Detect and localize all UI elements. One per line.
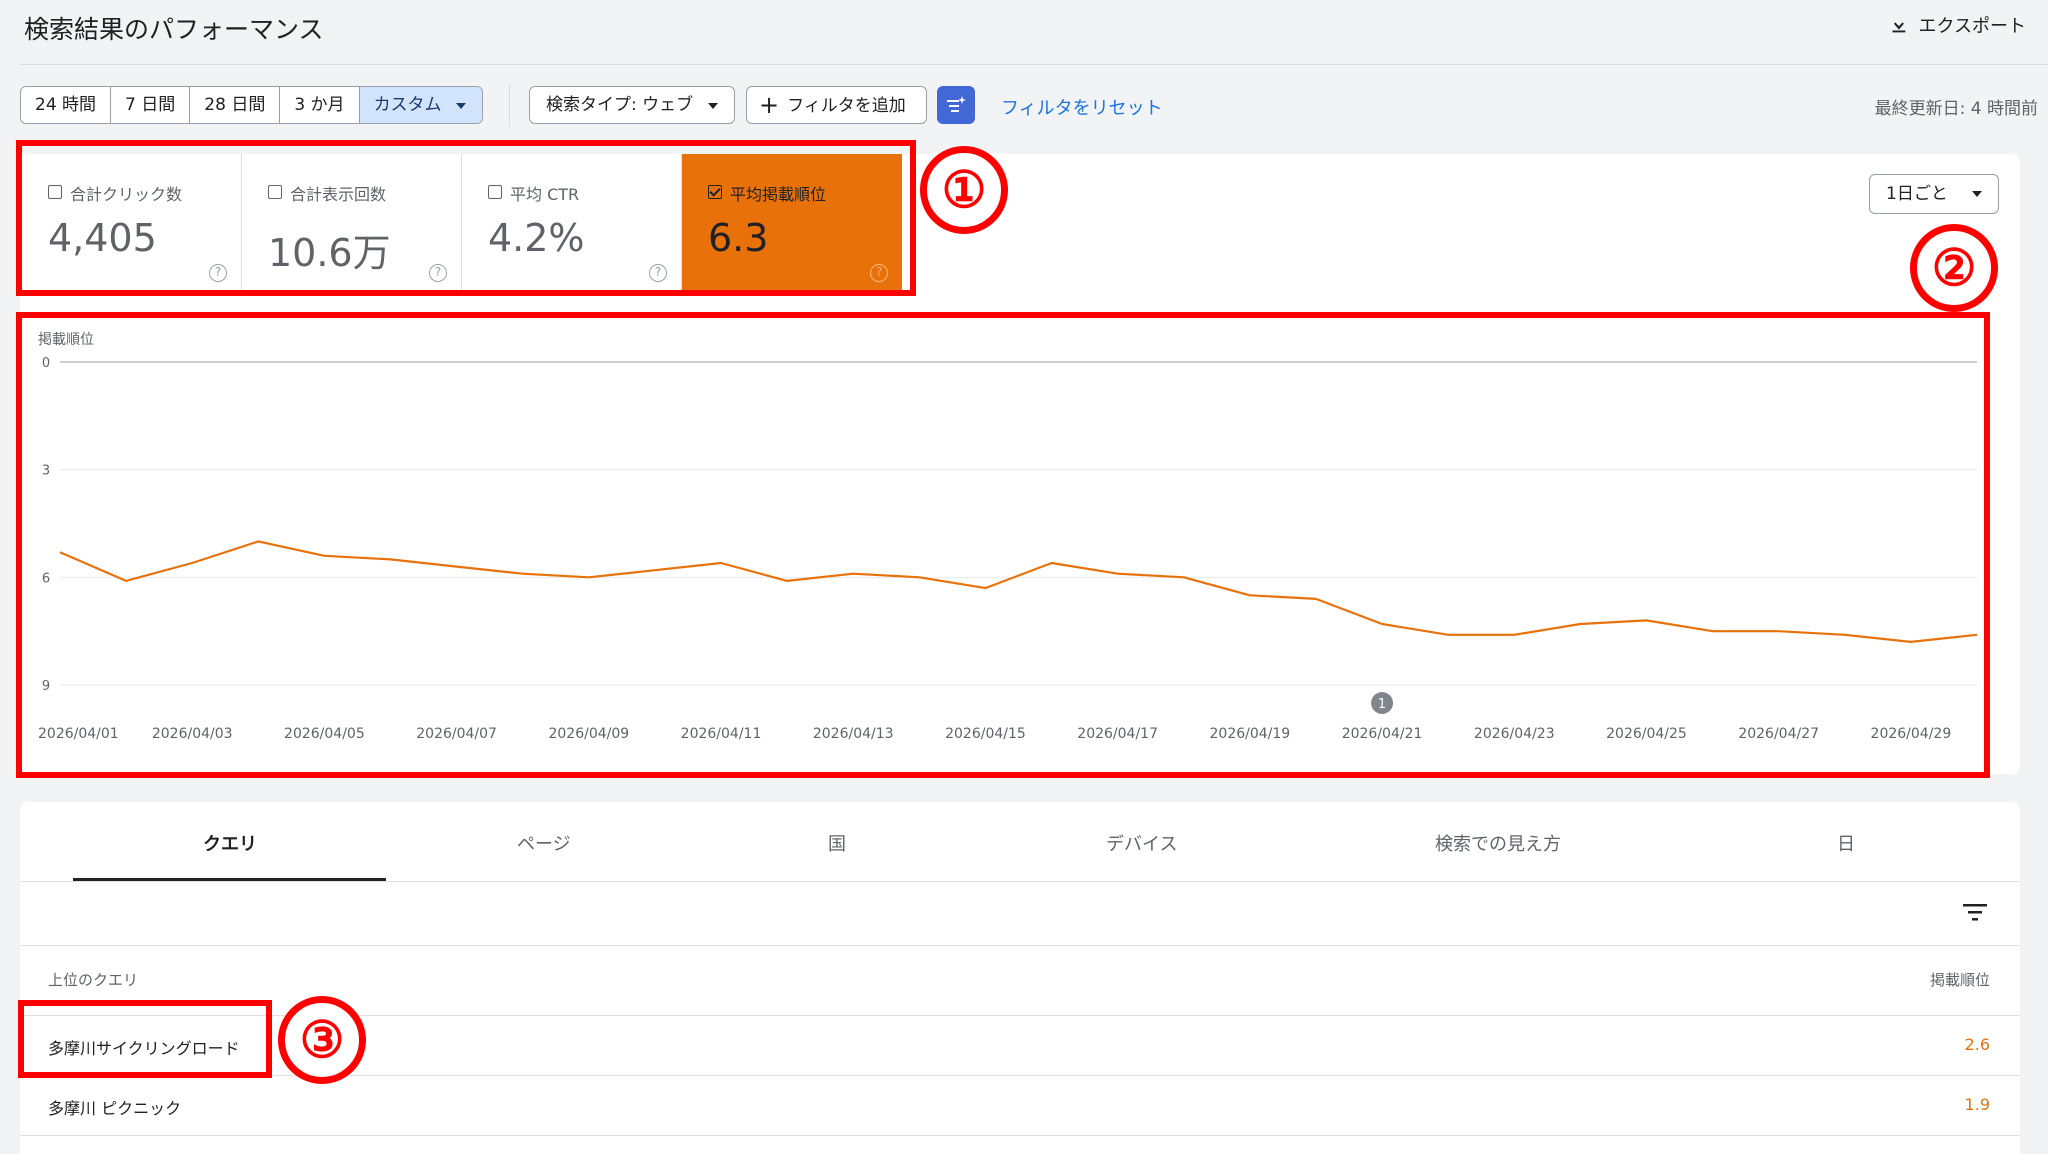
header-divider: [20, 64, 2048, 65]
range-24h-button[interactable]: 24 時間: [21, 87, 112, 123]
tab-device[interactable]: デバイス: [1106, 830, 1177, 856]
tab-date[interactable]: 日: [1837, 830, 1855, 856]
tab-page[interactable]: ページ: [517, 830, 571, 856]
date-range-selector: 24 時間 7 日間 28 日間 3 か月 カスタム: [20, 86, 483, 124]
table-row-position: 2.6: [1964, 1035, 1990, 1054]
highlight-box-metrics: [16, 140, 916, 296]
toolbar-divider: [509, 84, 510, 126]
export-label: エクスポート: [1918, 16, 2026, 37]
tab-query[interactable]: クエリ: [203, 830, 257, 856]
range-3m-button[interactable]: 3 か月: [280, 87, 360, 123]
dimension-tabs: クエリ ページ 国 デバイス 検索での見え方 日: [20, 802, 2020, 882]
range-7d-button[interactable]: 7 日間: [111, 87, 191, 123]
annotation-marker-1: ①: [920, 146, 1008, 234]
tab-country[interactable]: 国: [828, 830, 846, 856]
search-type-dropdown[interactable]: 検索タイプ: ウェブ: [529, 86, 735, 124]
add-filter-button[interactable]: + フィルタを追加: [746, 86, 927, 124]
advanced-filter-button[interactable]: [937, 86, 975, 124]
column-header-query: 上位のクエリ: [48, 971, 139, 989]
add-filter-label: フィルタを追加: [787, 96, 906, 116]
export-button[interactable]: エクスポート: [1887, 12, 2026, 38]
column-header-position[interactable]: 掲載順位: [1930, 969, 1990, 990]
active-tab-indicator: [73, 878, 386, 881]
last-updated-text: 最終更新日: 4 時間前: [1874, 99, 2038, 119]
table-row-position: 1.9: [1964, 1095, 1990, 1114]
filter-list-icon[interactable]: [1960, 900, 1990, 924]
table-row-query[interactable]: 多摩川 ピクニック: [48, 1095, 181, 1119]
tab-search-appearance[interactable]: 検索での見え方: [1435, 830, 1561, 856]
filter-toolbar: 24 時間 7 日間 28 日間 3 か月 カスタム 検索タイプ: ウェブ + フ…: [0, 84, 2048, 126]
plus-icon: +: [759, 91, 780, 119]
granularity-dropdown[interactable]: 1日ごと: [1869, 174, 1999, 214]
row-divider: [20, 945, 2020, 946]
reset-filters-link[interactable]: フィルタをリセット: [1001, 94, 1163, 120]
highlight-box-chart: [16, 312, 1990, 778]
range-custom-button[interactable]: カスタム: [359, 87, 482, 123]
annotation-marker-2: ②: [1910, 224, 1998, 312]
range-28d-button[interactable]: 28 日間: [190, 87, 281, 123]
download-icon: [1892, 15, 1905, 33]
highlight-box-query: [18, 1000, 272, 1078]
row-divider: [20, 1135, 2020, 1136]
page-title: 検索結果のパフォーマンス: [24, 15, 324, 44]
annotation-marker-3: ③: [278, 996, 366, 1084]
filter-sparkle-icon: [947, 96, 966, 112]
page-header: 検索結果のパフォーマンス エクスポート: [0, 0, 2048, 64]
